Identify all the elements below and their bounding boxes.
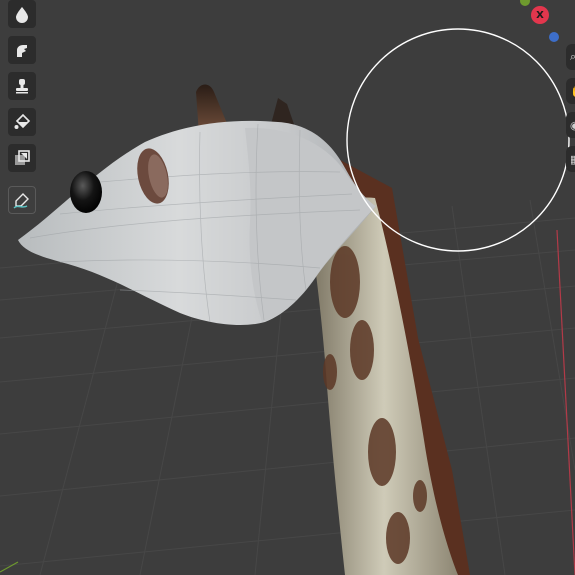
giraffe-eye: [70, 171, 102, 213]
draw-tool-button[interactable]: [8, 0, 36, 28]
mask-layers-icon: [15, 150, 30, 165]
viewport-nav-buttons: ⌕ ✋ ◉ ▦: [566, 44, 575, 172]
perspective-button[interactable]: ▦: [566, 146, 575, 172]
gizmo-x-handle[interactable]: X: [531, 6, 549, 24]
axis-y-line: [0, 561, 19, 573]
pen-curve-icon: [13, 193, 29, 209]
tool-shelf: [8, 0, 36, 214]
smear-tool-button[interactable]: [8, 36, 36, 64]
finger-icon: [17, 45, 27, 57]
viewport-scene: [0, 28, 575, 575]
camera-button[interactable]: ◉: [566, 112, 575, 138]
paint-bucket-icon: [14, 113, 31, 129]
3d-viewport[interactable]: X ⌕ ✋ ◉ ▦: [0, 0, 575, 575]
camera-icon: ◉: [570, 118, 575, 132]
clone-tool-button[interactable]: [8, 72, 36, 100]
gizmo-x-label: X: [536, 9, 544, 21]
hand-icon: ✋: [570, 85, 575, 98]
mask-tool-button[interactable]: [8, 144, 36, 172]
grid-icon: ▦: [570, 153, 575, 166]
fill-tool-button[interactable]: [8, 108, 36, 136]
gizmo-z-handle[interactable]: [549, 32, 559, 42]
zoom-icon: ⌕: [570, 50, 575, 63]
zoom-button[interactable]: ⌕: [566, 44, 575, 70]
pan-button[interactable]: ✋: [566, 78, 575, 104]
axis-x-line: [556, 229, 575, 575]
annotate-tool-button[interactable]: [8, 186, 36, 214]
stamp-icon: [16, 79, 28, 94]
drop-icon: [16, 7, 28, 23]
